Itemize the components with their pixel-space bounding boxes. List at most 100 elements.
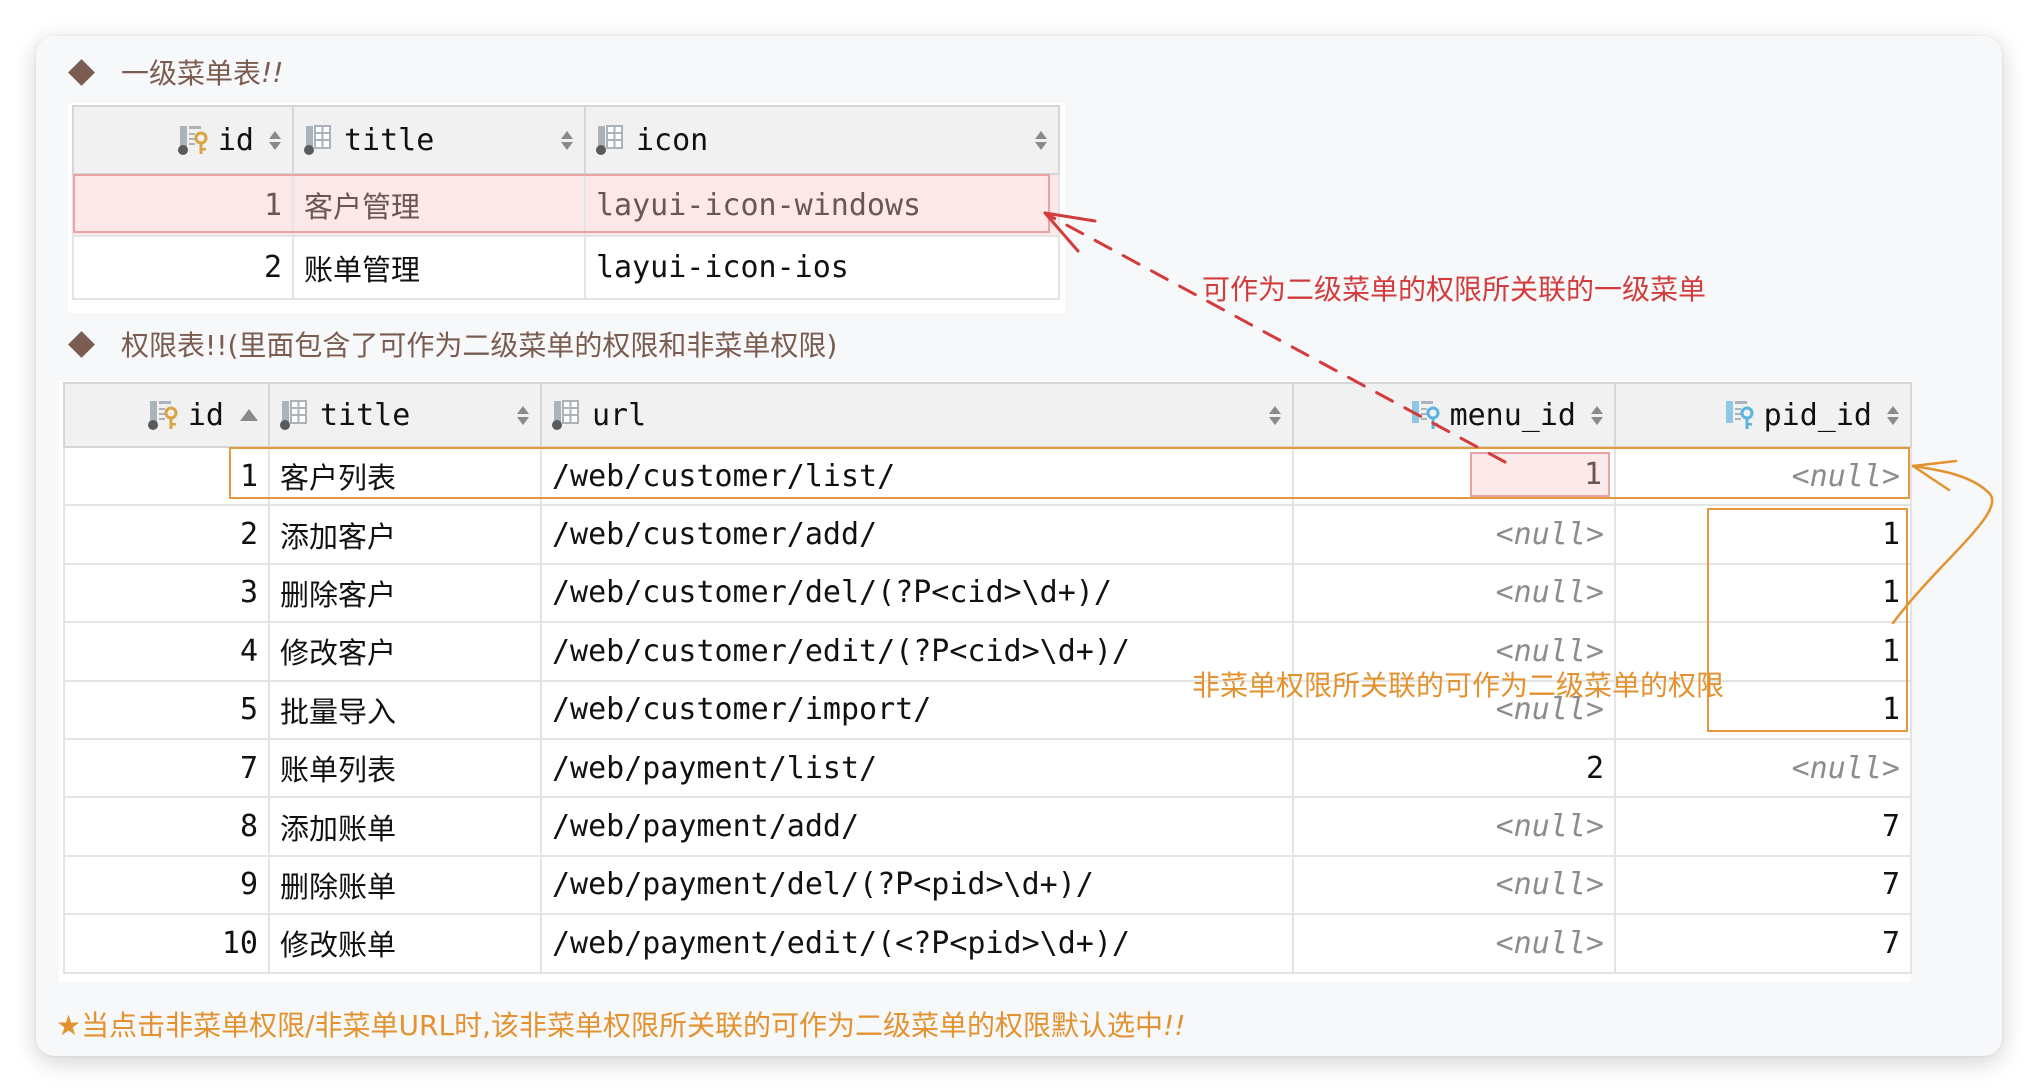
cell-url[interactable]: /web/customer/edit/(?P<cid>\d+)/	[540, 621, 1294, 682]
sort-toggle-icon[interactable]	[268, 130, 282, 150]
cell-url[interactable]: /web/payment/list/	[540, 737, 1294, 799]
cell-pid_id[interactable]: 1	[1614, 562, 1912, 624]
column-header-label: id	[217, 122, 254, 158]
cell-url[interactable]: /web/customer/del/(?P<cid>\d+)/	[540, 562, 1294, 624]
column-header-title[interactable]: title	[268, 382, 542, 448]
cell-title[interactable]: 删除客户	[268, 562, 542, 624]
footer-note: ★当点击非菜单权限/非菜单URL时,该非菜单权限所关联的可作为二级菜单的权限默认…	[56, 1004, 1185, 1044]
star-icon: ★	[56, 1009, 82, 1042]
cell-menu_id[interactable]: 2	[1292, 737, 1616, 799]
menu-table-row[interactable]: 2 账单管理 layui-icon-ios	[72, 235, 1060, 300]
column-header-label: pid_id	[1763, 397, 1872, 433]
footer-note-suffix: !!	[1163, 1009, 1186, 1042]
column-header-title[interactable]: title	[292, 105, 586, 175]
cell-pid_id[interactable]: 7	[1614, 796, 1912, 857]
column-icon	[596, 124, 630, 156]
cell-id[interactable]: 4	[63, 621, 270, 682]
cell-id[interactable]: 5	[63, 679, 270, 740]
cell-title[interactable]: 添加客户	[268, 504, 542, 565]
section1-heading-text: 一级菜单表	[121, 57, 262, 90]
sort-toggle-icon[interactable]	[516, 405, 530, 425]
cell-title[interactable]: 批量导入	[268, 679, 542, 740]
cell-title[interactable]: 客户管理	[292, 173, 586, 237]
cell-pid_id[interactable]: 7	[1614, 913, 1912, 974]
column-header-label: id	[187, 397, 224, 433]
menu-id-highlighted-value: 1	[1583, 457, 1602, 492]
cell-id[interactable]: 7	[63, 737, 270, 799]
permission-table-row[interactable]: 1客户列表/web/customer/list/1<null>	[63, 445, 1912, 507]
cell-title[interactable]: 账单列表	[268, 737, 542, 799]
cell-id[interactable]: 2	[72, 235, 294, 300]
footer-note-text: 当点击非菜单权限/非菜单URL时,该非菜单权限所关联的可作为二级菜单的权限默认选…	[81, 1009, 1163, 1042]
cell-icon[interactable]: layui-icon-windows	[584, 173, 1060, 237]
sort-toggle-icon[interactable]	[560, 130, 574, 150]
sort-toggle-icon[interactable]	[1590, 405, 1604, 425]
sort-toggle-icon[interactable]	[1886, 405, 1900, 425]
column-header-id[interactable]: id	[72, 105, 294, 175]
cell-url[interactable]: /web/customer/list/	[540, 445, 1294, 507]
cell-pid_id[interactable]: <null>	[1614, 445, 1912, 507]
permission-table-row[interactable]: 3 删除客户/web/customer/del/(?P<cid>\d+)/<nul…	[63, 562, 1912, 624]
column-header-pid_id[interactable]: pid_id	[1614, 382, 1912, 448]
cell-menu_id[interactable]: <null>	[1292, 562, 1616, 624]
column-icon	[304, 124, 338, 156]
permission-table-row[interactable]: 8 添加账单/web/payment/add/<null> 7	[63, 796, 1912, 857]
cell-url[interactable]: /web/payment/edit/(<?P<pid>\d+)/	[540, 913, 1294, 974]
section1-heading-suffix: !!	[261, 55, 284, 89]
primary-key-column-icon	[147, 399, 182, 431]
section2-heading-text: 权限表!!(里面包含了可作为二级菜单的权限和非菜单权限)	[121, 329, 838, 362]
column-header-icon[interactable]: icon	[584, 105, 1060, 175]
foreign-key-column-icon	[1724, 399, 1758, 431]
section2-heading: 权限表!!(里面包含了可作为二级菜单的权限和非菜单权限)	[64, 324, 837, 364]
cell-pid_id[interactable]: <null>	[1614, 737, 1912, 799]
cell-url[interactable]: /web/payment/del/(?P<pid>\d+)/	[540, 854, 1294, 916]
cell-id[interactable]: 3	[63, 562, 270, 624]
permission-table-row[interactable]: 7 账单列表/web/payment/list/2 <null>	[63, 737, 1912, 799]
cell-url[interactable]: /web/customer/add/	[540, 504, 1294, 565]
permission-table-row[interactable]: 2 添加客户/web/customer/add/<null> 1	[63, 504, 1912, 565]
sort-toggle-icon[interactable]	[1034, 130, 1048, 150]
cell-url[interactable]: /web/payment/add/	[540, 796, 1294, 857]
cell-title[interactable]: 删除账单	[268, 854, 542, 916]
column-header-menu_id[interactable]: menu_id	[1292, 382, 1616, 448]
permission-table-row[interactable]: 10 修改账单/web/payment/edit/(<?P<pid>\d+)/<n…	[63, 913, 1912, 974]
diamond-bullet-icon	[68, 58, 95, 86]
cell-icon[interactable]: layui-icon-ios	[584, 235, 1060, 300]
section1-heading: 一级菜单表 !!	[64, 52, 283, 92]
cell-menu_id[interactable]: <null>	[1292, 913, 1616, 974]
sort-ascending-icon[interactable]	[240, 409, 258, 421]
permission-table-row[interactable]: 9 删除账单/web/payment/del/(?P<pid>\d+)/<null…	[63, 854, 1912, 916]
cell-title[interactable]: 添加账单	[268, 796, 542, 857]
cell-id[interactable]: 1	[72, 173, 294, 237]
cell-id[interactable]: 2	[63, 504, 270, 565]
column-header-id[interactable]: id	[63, 382, 270, 448]
cell-pid_id[interactable]: 7	[1614, 854, 1912, 916]
menu-link-annotation: 可作为二级菜单的权限所关联的一级菜单	[1202, 273, 1707, 306]
sort-toggle-icon[interactable]	[1268, 405, 1282, 425]
cell-title[interactable]: 账单管理	[292, 235, 586, 300]
pid-link-annotation: 非菜单权限所关联的可作为二级菜单的权限	[1192, 669, 1725, 702]
cell-id[interactable]: 8	[63, 796, 270, 857]
foreign-key-column-icon	[1410, 399, 1444, 431]
column-header-url[interactable]: url	[540, 382, 1294, 448]
column-header-label: menu_id	[1449, 397, 1576, 433]
menu-table: id title icon 1 客户管理 layui-icon-windows 2 账单管理…	[72, 105, 1060, 300]
cell-menu_id[interactable]: <null>	[1292, 504, 1616, 565]
cell-id[interactable]: 9	[63, 854, 270, 916]
menu-table-row[interactable]: 1 客户管理 layui-icon-windows	[72, 173, 1060, 237]
column-icon	[280, 399, 314, 431]
column-header-label: url	[592, 397, 647, 433]
cell-menu_id[interactable]: <null>	[1292, 854, 1616, 916]
column-header-label: icon	[636, 122, 709, 158]
cell-menu_id[interactable]: <null>	[1292, 796, 1616, 857]
column-header-label: title	[344, 122, 435, 158]
cell-title[interactable]: 修改账单	[268, 913, 542, 974]
cell-id[interactable]: 10	[63, 913, 270, 974]
cell-id[interactable]: 1	[63, 445, 270, 507]
column-header-label: title	[320, 397, 411, 433]
cell-title[interactable]: 客户列表	[268, 445, 542, 507]
cell-pid_id[interactable]: 1	[1614, 504, 1912, 565]
diamond-bullet-icon	[68, 330, 95, 358]
cell-url[interactable]: /web/customer/import/	[540, 679, 1294, 740]
cell-title[interactable]: 修改客户	[268, 621, 542, 682]
